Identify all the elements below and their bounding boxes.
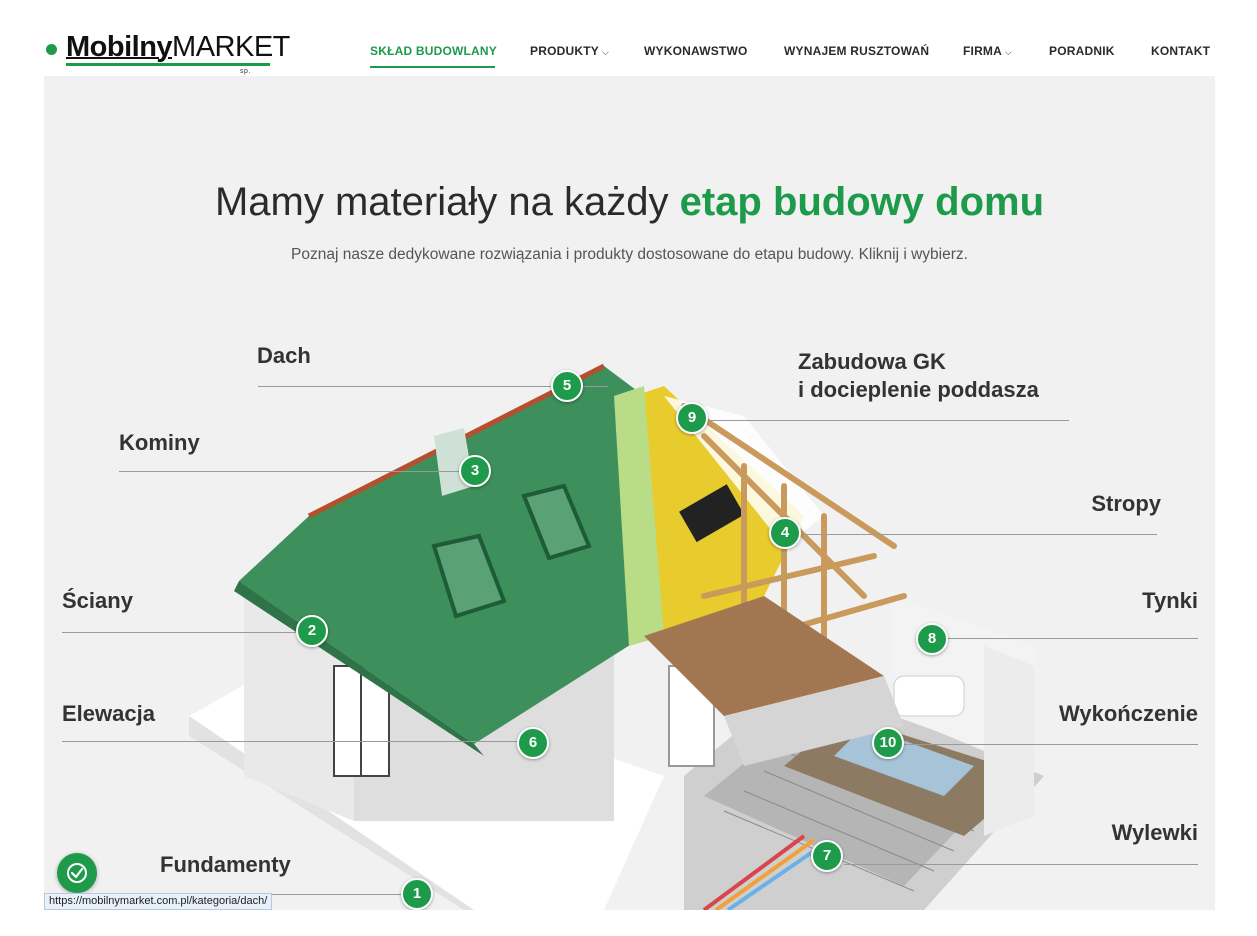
nav-item-wynajem-rusztowan[interactable]: WYNAJEM RUSZTOWAŃ <box>784 44 929 58</box>
stage-line-sciany <box>62 632 302 633</box>
stage-label-tynki[interactable]: Tynki <box>1044 588 1198 614</box>
stage-marker-2[interactable]: 2 <box>296 615 328 647</box>
stage-label-kominy[interactable]: Kominy <box>119 430 200 456</box>
chevron-down-icon: ⌵ <box>601 47 609 57</box>
stage-marker-6[interactable]: 6 <box>517 727 549 759</box>
active-nav-indicator <box>370 66 495 68</box>
chevron-down-icon: ⌵ <box>1005 47 1013 57</box>
stage-label-wylewki[interactable]: Wylewki <box>1044 820 1198 846</box>
house-cutaway-illustration <box>189 363 1044 910</box>
stage-marker-1[interactable]: 1 <box>401 878 433 910</box>
site-header: MobilnyMARKET sp. z o.o. SKŁAD BUDOWLANY… <box>0 0 1257 89</box>
stage-marker-10[interactable]: 10 <box>872 727 904 759</box>
hero-section: Mamy materiały na każdy etap budowy domu… <box>44 76 1215 910</box>
nav-item-firma[interactable]: FIRMA ⌵ <box>963 44 1012 58</box>
stage-line-kominy <box>119 471 479 472</box>
stage-line-stropy <box>802 534 1157 535</box>
stage-label-dach[interactable]: Dach <box>257 343 311 369</box>
stage-line-elewacja <box>62 741 522 742</box>
nav-item-wykonawstwo[interactable]: WYKONAWSTWO <box>644 44 748 58</box>
nav-item-sklad-budowlany[interactable]: SKŁAD BUDOWLANY <box>370 44 497 58</box>
stage-line-wylewki <box>844 864 1198 865</box>
accessibility-check-icon <box>67 863 87 883</box>
stage-label-wykonczenie[interactable]: Wykończenie <box>1004 701 1198 727</box>
status-bar-url: https://mobilnymarket.com.pl/kategoria/d… <box>44 893 273 910</box>
stage-label-stropy[interactable]: Stropy <box>1044 491 1161 517</box>
nav-item-produkty[interactable]: PRODUKTY ⌵ <box>530 44 609 58</box>
accessibility-badge[interactable] <box>57 853 97 893</box>
nav-item-poradnik[interactable]: PORADNIK <box>1049 44 1115 58</box>
stage-marker-4[interactable]: 4 <box>769 517 801 549</box>
stage-marker-8[interactable]: 8 <box>916 623 948 655</box>
stage-line-wykonczenie <box>904 744 1198 745</box>
stage-marker-7[interactable]: 7 <box>811 840 843 872</box>
stage-marker-9[interactable]: 9 <box>676 402 708 434</box>
stage-label-zabudowa-gk[interactable]: Zabudowa GK i docieplenie poddasza <box>798 348 1039 404</box>
stage-marker-3[interactable]: 3 <box>459 455 491 487</box>
stage-line-zabudowa <box>709 420 1069 421</box>
stage-marker-5[interactable]: 5 <box>551 370 583 402</box>
main-nav: SKŁAD BUDOWLANY PRODUKTY ⌵ WYKONAWSTWO WY… <box>0 44 1257 68</box>
stage-label-elewacja[interactable]: Elewacja <box>62 701 155 727</box>
stage-label-sciany[interactable]: Ściany <box>62 588 133 614</box>
nav-item-kontakt[interactable]: KONTAKT <box>1151 44 1210 58</box>
stage-label-fundamenty[interactable]: Fundamenty <box>160 852 291 878</box>
stage-line-tynki <box>944 638 1198 639</box>
